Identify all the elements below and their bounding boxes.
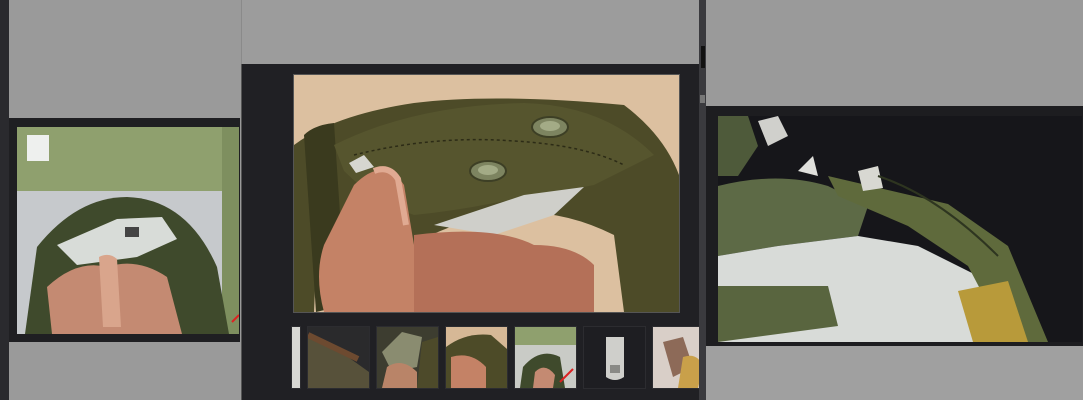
thumbnail-selected[interactable] (445, 326, 508, 389)
canvas-pouch-photo-icon (294, 75, 679, 312)
thumbnail[interactable] (583, 326, 646, 389)
thumbnail[interactable] (514, 326, 577, 389)
left-photo[interactable] (17, 127, 239, 334)
thumbnail[interactable] (307, 326, 370, 389)
pouch-closeup-photo-icon (718, 116, 1082, 342)
center-window-top-area (241, 0, 703, 64)
thumbnail[interactable] (291, 326, 301, 389)
main-photo[interactable] (293, 74, 680, 313)
left-edge-strip (0, 0, 9, 400)
thumbnail[interactable] (376, 326, 439, 389)
left-viewer-window (9, 118, 240, 342)
right-window-bottom-area (706, 346, 1083, 400)
divider-mark (701, 46, 705, 68)
main-viewer-window (241, 64, 715, 400)
thumbnail-strip (291, 326, 715, 389)
right-photo[interactable] (718, 116, 1082, 342)
right-viewer-window (706, 106, 1083, 346)
canvas-cover-photo-icon (17, 127, 239, 334)
divider-mark-small (700, 95, 705, 103)
window-divider (699, 0, 706, 400)
